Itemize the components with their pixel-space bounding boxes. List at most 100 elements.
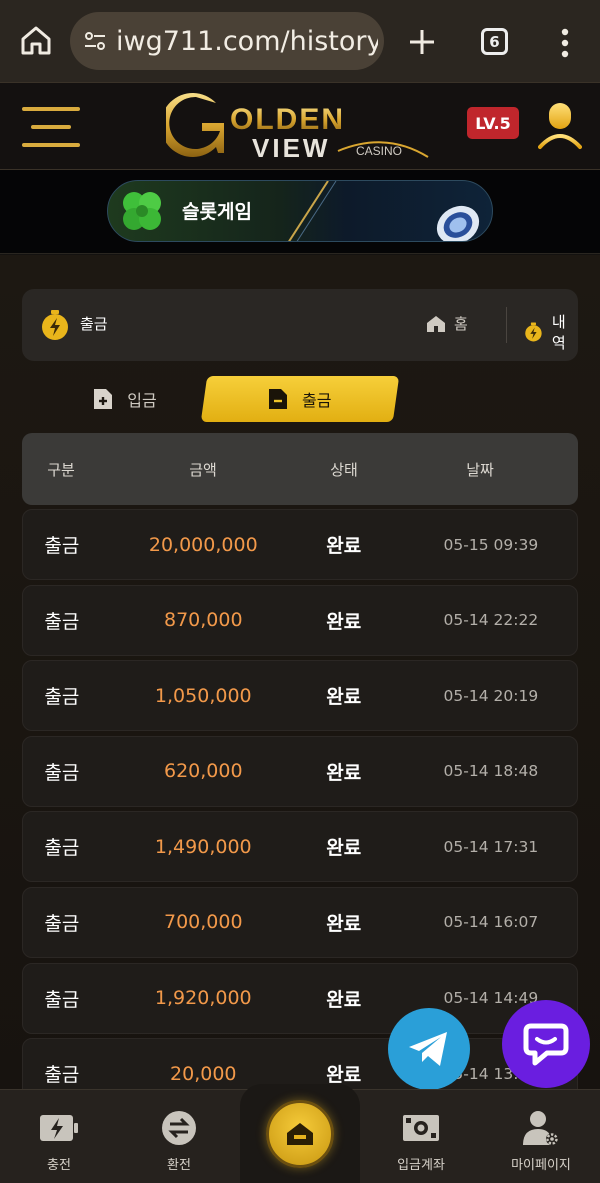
- table-row: 출금 20,000,000 완료 05-15 09:39: [22, 509, 578, 580]
- table-row: 출금 870,000 완료 05-14 22:22: [22, 584, 578, 656]
- nav-charge-label: 충전: [47, 1158, 71, 1173]
- golden-view-logo[interactable]: OLDEN VIEW CASINO: [166, 91, 436, 165]
- nav-exchange[interactable]: 환전: [134, 1090, 224, 1183]
- row-amount: 700,000: [163, 911, 243, 934]
- browser-toolbar: iwg711.com/history/ 6: [0, 0, 600, 82]
- telegram-icon: [409, 1032, 447, 1066]
- table-row: 출금 20,000 완료 05-14 13:39: [22, 1038, 578, 1089]
- row-status: 완료: [326, 912, 362, 935]
- banner-divider: [288, 181, 337, 241]
- nav-deposit-account-label: 입금계좌: [397, 1158, 445, 1173]
- tab-switcher-button[interactable]: 6: [481, 28, 508, 55]
- row-type: 출금: [44, 837, 80, 860]
- clover-icon: [123, 192, 161, 230]
- header-date: 날짜: [466, 460, 494, 479]
- stopwatch-lightning-icon: [525, 322, 542, 342]
- row-status: 완료: [326, 535, 362, 557]
- stopwatch-lightning-icon: [42, 310, 68, 340]
- table-row: 출금 1,490,000 완료 05-14 17:31: [22, 811, 578, 883]
- row-amount: 1,920,000: [154, 987, 252, 1010]
- exchange-icon: [162, 1111, 196, 1145]
- page-title: 출금: [80, 315, 108, 333]
- svg-text:OLDEN: OLDEN: [230, 103, 345, 136]
- row-date: 05-14 22:22: [443, 611, 539, 630]
- table-row: 출금 620,000 완료 05-14 18:48: [22, 735, 578, 807]
- row-amount: 620,000: [163, 760, 243, 783]
- house-icon: [427, 315, 445, 332]
- cash-icon: [403, 1115, 439, 1141]
- level-badge: LV.5: [467, 107, 519, 139]
- breadcrumb-divider: [506, 307, 507, 343]
- tab-deposit-label: 입금: [127, 391, 157, 410]
- user-profile-icon[interactable]: [538, 101, 582, 151]
- document-minus-icon: [269, 389, 288, 409]
- nav-my-page-label: 마이페이지: [511, 1158, 571, 1173]
- slot-game-banner[interactable]: 슬롯게임: [107, 180, 493, 242]
- row-date: 05-14 16:07: [443, 913, 539, 932]
- breadcrumb-bar: 출금 홈 내역: [22, 289, 578, 361]
- chat-bubble-icon: [523, 1023, 569, 1066]
- breadcrumb-history-link[interactable]: 내역: [524, 311, 578, 353]
- row-status: 완료: [326, 610, 362, 633]
- address-bar[interactable]: iwg711.com/history/: [70, 12, 384, 70]
- table-header: 구분 금액 상태 날짜: [22, 433, 578, 505]
- nav-exchange-label: 환전: [167, 1158, 191, 1173]
- nav-deposit-account[interactable]: 입금계좌: [374, 1090, 468, 1183]
- bottom-navigation: 충전 환전 입금계좌 마이페이지: [0, 1084, 600, 1183]
- telegram-button[interactable]: [388, 1008, 470, 1090]
- document-plus-icon: [94, 389, 113, 409]
- table-row: 출금 1,920,000 완료 05-14 14:49: [22, 962, 578, 1034]
- row-amount: 1,050,000: [154, 684, 252, 707]
- url-text: iwg711.com/history/: [116, 25, 378, 57]
- promo-banner-area: 슬롯게임: [0, 170, 600, 254]
- row-type: 출금: [44, 535, 80, 557]
- new-tab-icon[interactable]: [404, 24, 440, 60]
- row-amount: 870,000: [163, 609, 243, 632]
- breadcrumb-history-label: 내역: [551, 313, 566, 352]
- breadcrumb-home-label: 홈: [454, 315, 468, 333]
- home-icon: [287, 1123, 313, 1145]
- svg-text:VIEW: VIEW: [252, 133, 330, 163]
- battery-charge-icon: [40, 1115, 78, 1141]
- nav-charge[interactable]: 충전: [14, 1090, 104, 1183]
- row-status: 완료: [326, 686, 362, 709]
- tab-withdraw[interactable]: 출금: [200, 376, 400, 422]
- row-date: 05-15 09:39: [443, 535, 539, 554]
- site-settings-icon[interactable]: [82, 28, 108, 54]
- row-type: 출금: [44, 912, 80, 935]
- row-date: 05-14 20:19: [443, 686, 539, 705]
- casino-chip-icon: [436, 205, 480, 241]
- slot-game-label: 슬롯게임: [182, 201, 252, 223]
- row-date: 05-14 17:31: [443, 837, 539, 856]
- hamburger-menu-icon[interactable]: [22, 107, 80, 147]
- svg-text:CASINO: CASINO: [356, 144, 402, 158]
- row-type: 출금: [44, 761, 80, 784]
- history-main: 출금 홈 내역 입금 출금 구분 금액 상태 날짜 출금 20,000,000 …: [0, 255, 600, 1089]
- live-chat-button[interactable]: [502, 1000, 590, 1088]
- breadcrumb-home-link[interactable]: 홈: [426, 313, 468, 334]
- table-row: 출금 700,000 완료 05-14 16:07: [22, 886, 578, 958]
- row-date: 05-14 18:48: [443, 762, 539, 781]
- user-settings-icon: [523, 1111, 558, 1145]
- header-status: 상태: [330, 460, 358, 479]
- row-type: 출금: [44, 988, 80, 1011]
- tab-withdraw-label: 출금: [302, 391, 332, 410]
- header-type: 구분: [47, 460, 75, 479]
- nav-home-button[interactable]: [266, 1100, 334, 1168]
- row-type: 출금: [44, 1064, 80, 1087]
- row-type: 출금: [44, 686, 80, 709]
- more-menu-icon[interactable]: [552, 26, 578, 60]
- row-amount: 1,490,000: [154, 835, 252, 858]
- row-type: 출금: [44, 610, 80, 633]
- header-amount: 금액: [189, 460, 217, 479]
- home-icon[interactable]: [18, 22, 54, 58]
- row-status: 완료: [326, 761, 362, 784]
- row-amount: 20,000,000: [148, 533, 258, 556]
- row-amount: 20,000: [170, 1062, 237, 1085]
- tab-deposit[interactable]: 입금: [60, 376, 190, 422]
- history-table: 출금 20,000,000 완료 05-15 09:39 출금 870,000 …: [22, 509, 578, 1089]
- table-row: 출금 1,050,000 완료 05-14 20:19: [22, 660, 578, 732]
- row-status: 완료: [326, 988, 362, 1011]
- row-status: 완료: [326, 837, 362, 860]
- nav-my-page[interactable]: 마이페이지: [494, 1090, 588, 1183]
